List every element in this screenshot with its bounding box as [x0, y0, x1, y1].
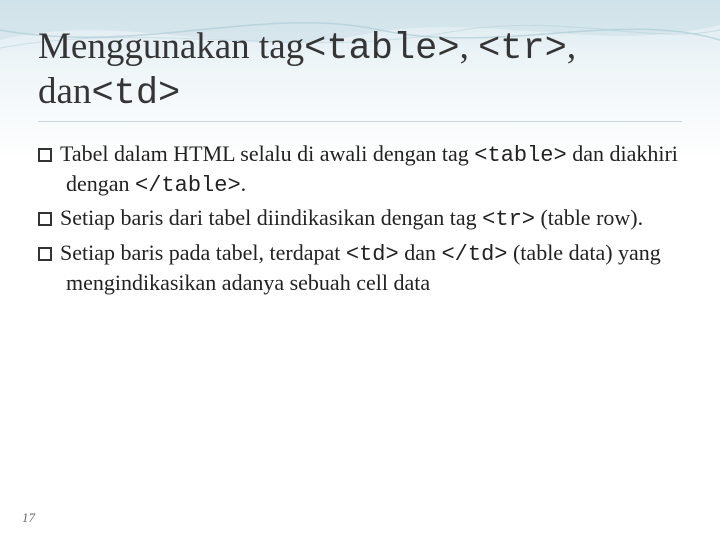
bullet-text: (table row).	[535, 205, 643, 230]
title-text-1: Menggunakan tag	[38, 26, 304, 67]
square-bullet-icon	[38, 212, 52, 226]
bullet-item: Setiap baris pada tabel, terdapat <td> d…	[38, 239, 682, 297]
code-td-close: </td>	[441, 242, 507, 267]
title-text-2: ,	[460, 26, 479, 67]
code-table-open: <table>	[474, 143, 566, 168]
bullet-text: Tabel dalam HTML selalu di awali dengan …	[60, 141, 474, 166]
bullet-item: Tabel dalam HTML selalu di awali dengan …	[38, 140, 682, 200]
bullet-text: Setiap baris pada tabel, terdapat	[60, 240, 346, 265]
square-bullet-icon	[38, 247, 52, 261]
bullet-text: dan	[399, 240, 442, 265]
slide-body: Tabel dalam HTML selalu di awali dengan …	[38, 140, 682, 297]
slide-content: Menggunakan tag<table>, <tr>, dan<td> Ta…	[0, 0, 720, 540]
title-code-td: <td>	[91, 73, 180, 115]
square-bullet-icon	[38, 148, 52, 162]
bullet-item: Setiap baris dari tabel diindikasikan de…	[38, 204, 682, 234]
code-table-close: </table>	[135, 173, 241, 198]
slide-title: Menggunakan tag<table>, <tr>, dan<td>	[38, 26, 682, 122]
title-code-table: <table>	[304, 28, 459, 70]
bullet-text: .	[241, 171, 247, 196]
bullet-text: Setiap baris dari tabel diindikasikan de…	[60, 205, 482, 230]
code-tr: <tr>	[482, 207, 535, 232]
code-td-open: <td>	[346, 242, 399, 267]
page-number: 17	[22, 510, 35, 526]
title-code-tr: <tr>	[478, 28, 567, 70]
